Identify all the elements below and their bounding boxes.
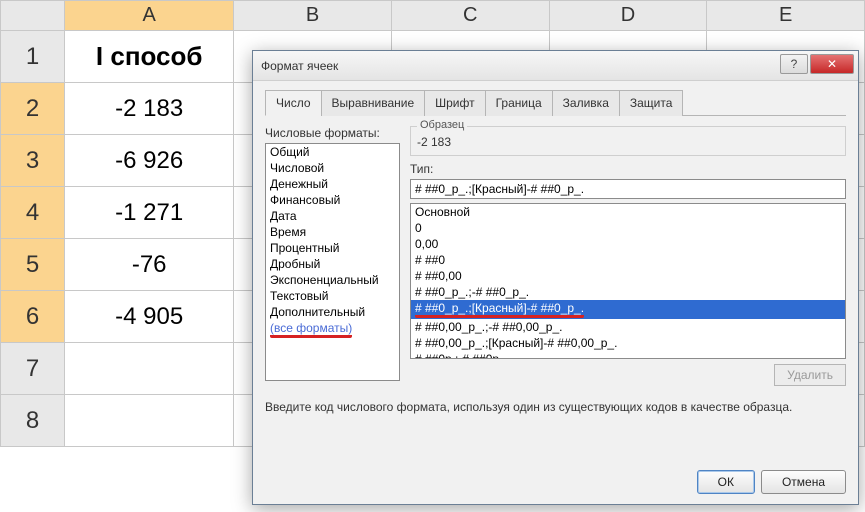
- col-header-e[interactable]: E: [707, 1, 865, 31]
- col-header-c[interactable]: C: [391, 1, 549, 31]
- cell-a3[interactable]: -6 926: [65, 135, 234, 187]
- type-list[interactable]: Основной 0 0,00 # ##0 # ##0,00 # ##0_р_.…: [410, 203, 846, 359]
- category-item[interactable]: Экспоненциальный: [266, 272, 399, 288]
- dialog-title: Формат ячеек: [261, 59, 338, 73]
- cell-a5[interactable]: -76: [65, 239, 234, 291]
- category-item[interactable]: Денежный: [266, 176, 399, 192]
- dialog-titlebar[interactable]: Формат ячеек ? ✕: [253, 51, 858, 81]
- type-input[interactable]: [410, 179, 846, 199]
- type-item[interactable]: # ##0,00_р_.;[Красный]-# ##0,00_р_.: [411, 335, 845, 351]
- sample-value: -2 183: [417, 131, 839, 149]
- col-header-b[interactable]: B: [234, 1, 392, 31]
- type-item[interactable]: 0: [411, 220, 845, 236]
- category-item[interactable]: Текстовый: [266, 288, 399, 304]
- tab-font[interactable]: Шрифт: [424, 90, 485, 116]
- sample-label: Образец: [417, 119, 467, 131]
- type-item[interactable]: # ##0,00_р_.;-# ##0,00_р_.: [411, 319, 845, 335]
- category-item[interactable]: Дробный: [266, 256, 399, 272]
- type-item[interactable]: # ##0р.;-# ##0р.: [411, 351, 845, 359]
- row-header-5[interactable]: 5: [1, 239, 65, 291]
- row-header-1[interactable]: 1: [1, 31, 65, 83]
- tab-number[interactable]: Число: [265, 90, 322, 116]
- category-item-selected[interactable]: (все форматы): [266, 320, 399, 339]
- category-item[interactable]: Числовой: [266, 160, 399, 176]
- col-header-d[interactable]: D: [549, 1, 707, 31]
- close-button[interactable]: ✕: [810, 54, 854, 74]
- type-item[interactable]: # ##0_р_.;-# ##0_р_.: [411, 284, 845, 300]
- ok-button[interactable]: ОК: [697, 470, 755, 494]
- categories-label: Числовые форматы:: [265, 126, 400, 140]
- type-item[interactable]: 0,00: [411, 236, 845, 252]
- row-header-2[interactable]: 2: [1, 83, 65, 135]
- category-item[interactable]: Процентный: [266, 240, 399, 256]
- category-item[interactable]: Время: [266, 224, 399, 240]
- row-header-8[interactable]: 8: [1, 395, 65, 447]
- cancel-button[interactable]: Отмена: [761, 470, 846, 494]
- row-header-3[interactable]: 3: [1, 135, 65, 187]
- row-header-4[interactable]: 4: [1, 187, 65, 239]
- category-item[interactable]: Общий: [266, 144, 399, 160]
- select-all-corner[interactable]: [1, 1, 65, 31]
- row-header-7[interactable]: 7: [1, 343, 65, 395]
- tab-protection[interactable]: Защита: [619, 90, 684, 116]
- cell-a7[interactable]: [65, 343, 234, 395]
- category-item[interactable]: Дата: [266, 208, 399, 224]
- col-header-a[interactable]: A: [65, 1, 234, 31]
- delete-button[interactable]: Удалить: [774, 364, 846, 386]
- cell-a1[interactable]: I способ: [65, 31, 234, 83]
- type-item-selected[interactable]: # ##0_р_.;[Красный]-# ##0_р_.: [411, 300, 845, 319]
- type-item[interactable]: # ##0: [411, 252, 845, 268]
- format-cells-dialog: Формат ячеек ? ✕ Число Выравнивание Шриф…: [252, 50, 859, 505]
- tab-border[interactable]: Граница: [485, 90, 553, 116]
- tab-strip: Число Выравнивание Шрифт Граница Заливка…: [265, 89, 846, 116]
- tab-fill[interactable]: Заливка: [552, 90, 620, 116]
- row-header-6[interactable]: 6: [1, 291, 65, 343]
- type-item[interactable]: # ##0,00: [411, 268, 845, 284]
- help-button[interactable]: ?: [780, 54, 808, 74]
- tab-alignment[interactable]: Выравнивание: [321, 90, 426, 116]
- type-item[interactable]: Основной: [411, 204, 845, 220]
- help-text: Введите код числового формата, используя…: [265, 400, 846, 414]
- cell-a6[interactable]: -4 905: [65, 291, 234, 343]
- category-item[interactable]: Дополнительный: [266, 304, 399, 320]
- category-list[interactable]: Общий Числовой Денежный Финансовый Дата …: [265, 143, 400, 381]
- cell-a8[interactable]: [65, 395, 234, 447]
- category-item[interactable]: Финансовый: [266, 192, 399, 208]
- cell-a4[interactable]: -1 271: [65, 187, 234, 239]
- cell-a2[interactable]: -2 183: [65, 83, 234, 135]
- sample-box: Образец -2 183: [410, 126, 846, 156]
- type-label: Тип:: [410, 162, 846, 176]
